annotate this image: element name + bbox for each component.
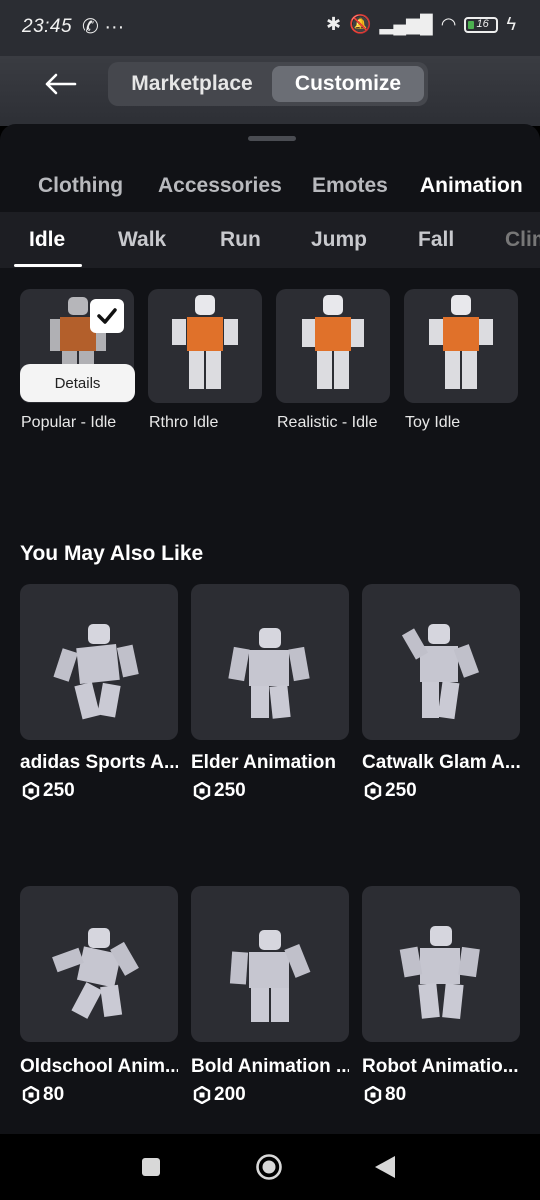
- animation-subtabs: Idle Walk Run Jump Fall Clim: [0, 212, 540, 268]
- item-card-oldschool[interactable]: [20, 886, 178, 1042]
- selected-checkmark-icon: [90, 299, 124, 333]
- robux-icon: [22, 1086, 40, 1104]
- price-value: 250: [43, 780, 75, 801]
- category-tabs: Clothing Accessories Emotes Animation: [0, 168, 540, 212]
- item-card-robot[interactable]: [362, 886, 520, 1042]
- mute-icon: 🔕: [349, 14, 372, 34]
- status-notification-icons: ✆ ···: [82, 16, 125, 38]
- item-name[interactable]: Oldschool Anim...: [20, 1056, 178, 1078]
- item-name[interactable]: Elder Animation: [191, 752, 349, 774]
- subtab-run[interactable]: Run: [220, 228, 261, 252]
- recents-square-icon[interactable]: [136, 1152, 166, 1182]
- animation-label: Realistic - Idle: [277, 414, 378, 431]
- avatar-figure: [172, 295, 238, 389]
- avatar-figure: [399, 926, 480, 1019]
- item-price: 250: [364, 780, 417, 802]
- item-card-catwalk[interactable]: [362, 584, 520, 740]
- tab-marketplace[interactable]: Marketplace: [112, 66, 272, 102]
- price-value: 80: [43, 1084, 65, 1105]
- price-value: 80: [385, 1084, 407, 1105]
- sheet-drag-handle[interactable]: [248, 136, 296, 141]
- robux-icon: [364, 782, 382, 800]
- price-value: 250: [214, 780, 246, 801]
- tab-clothing[interactable]: Clothing: [38, 174, 123, 198]
- item-card-elder[interactable]: [191, 584, 349, 740]
- item-name[interactable]: Robot Animatio...: [362, 1056, 520, 1078]
- status-right-icons: ✱ 🔕 ▂▄▆█ ◠ 16 ϟ: [326, 14, 516, 35]
- status-bar: 23:45 ✆ ··· ✱ 🔕 ▂▄▆█ ◠ 16 ϟ: [0, 0, 540, 56]
- avatar-figure: [53, 624, 139, 720]
- avatar-figure: [302, 295, 364, 389]
- item-price: 200: [193, 1084, 246, 1106]
- animation-label: Popular - Idle: [21, 414, 117, 431]
- item-price: 250: [22, 780, 75, 802]
- robux-icon: [193, 1086, 211, 1104]
- signal-icon: ▂▄▆█: [379, 14, 433, 34]
- back-arrow-icon[interactable]: [40, 66, 80, 102]
- back-triangle-icon[interactable]: [370, 1152, 400, 1182]
- tab-customize[interactable]: Customize: [272, 66, 424, 102]
- item-price: 80: [22, 1084, 64, 1106]
- tab-accessories[interactable]: Accessories: [158, 174, 282, 198]
- battery-icon: 16: [464, 16, 499, 33]
- status-time: 23:45: [22, 16, 73, 37]
- tab-emotes[interactable]: Emotes: [312, 174, 388, 198]
- subtab-climb[interactable]: Clim: [505, 228, 540, 252]
- item-name[interactable]: Bold Animation ...: [191, 1056, 349, 1078]
- tab-animation[interactable]: Animation: [420, 174, 523, 198]
- section-title: You May Also Like: [20, 542, 204, 565]
- animation-card-toy-idle[interactable]: [404, 289, 518, 403]
- battery-level: 16: [476, 17, 489, 30]
- avatar-figure: [228, 628, 310, 719]
- avatar-figure: [52, 928, 139, 1019]
- animation-card-rthro-idle[interactable]: [148, 289, 262, 403]
- active-subtab-indicator: [14, 264, 82, 267]
- details-button[interactable]: Details: [20, 364, 135, 402]
- avatar-figure: [229, 930, 311, 1022]
- robux-icon: [193, 782, 211, 800]
- wifi-icon: ◠: [440, 14, 457, 34]
- price-value: 250: [385, 780, 417, 801]
- item-price: 250: [193, 780, 246, 802]
- item-card-adidas[interactable]: [20, 584, 178, 740]
- item-name[interactable]: Catwalk Glam A...: [362, 752, 520, 774]
- home-circle-icon[interactable]: [254, 1152, 284, 1182]
- avatar-figure: [429, 295, 493, 389]
- charging-icon: ϟ: [506, 14, 516, 34]
- subtab-fall[interactable]: Fall: [418, 228, 454, 252]
- animation-label: Rthro Idle: [149, 414, 219, 431]
- robux-icon: [364, 1086, 382, 1104]
- item-name[interactable]: adidas Sports A...: [20, 752, 178, 774]
- robux-icon: [22, 782, 40, 800]
- animation-card-realistic-idle[interactable]: [276, 289, 390, 403]
- subtab-idle[interactable]: Idle: [29, 228, 65, 252]
- avatar-figure: [401, 624, 479, 720]
- customize-sheet: Clothing Accessories Emotes Animation Id…: [0, 124, 540, 1134]
- system-nav-bar: [0, 1134, 540, 1200]
- item-card-bold[interactable]: [191, 886, 349, 1042]
- bluetooth-icon: ✱: [326, 14, 342, 34]
- animation-label: Toy Idle: [405, 414, 461, 431]
- mode-switch: Marketplace Customize: [108, 62, 428, 106]
- subtab-jump[interactable]: Jump: [311, 228, 367, 252]
- item-price: 80: [364, 1084, 406, 1106]
- subtab-walk[interactable]: Walk: [118, 228, 166, 252]
- price-value: 200: [214, 1084, 246, 1105]
